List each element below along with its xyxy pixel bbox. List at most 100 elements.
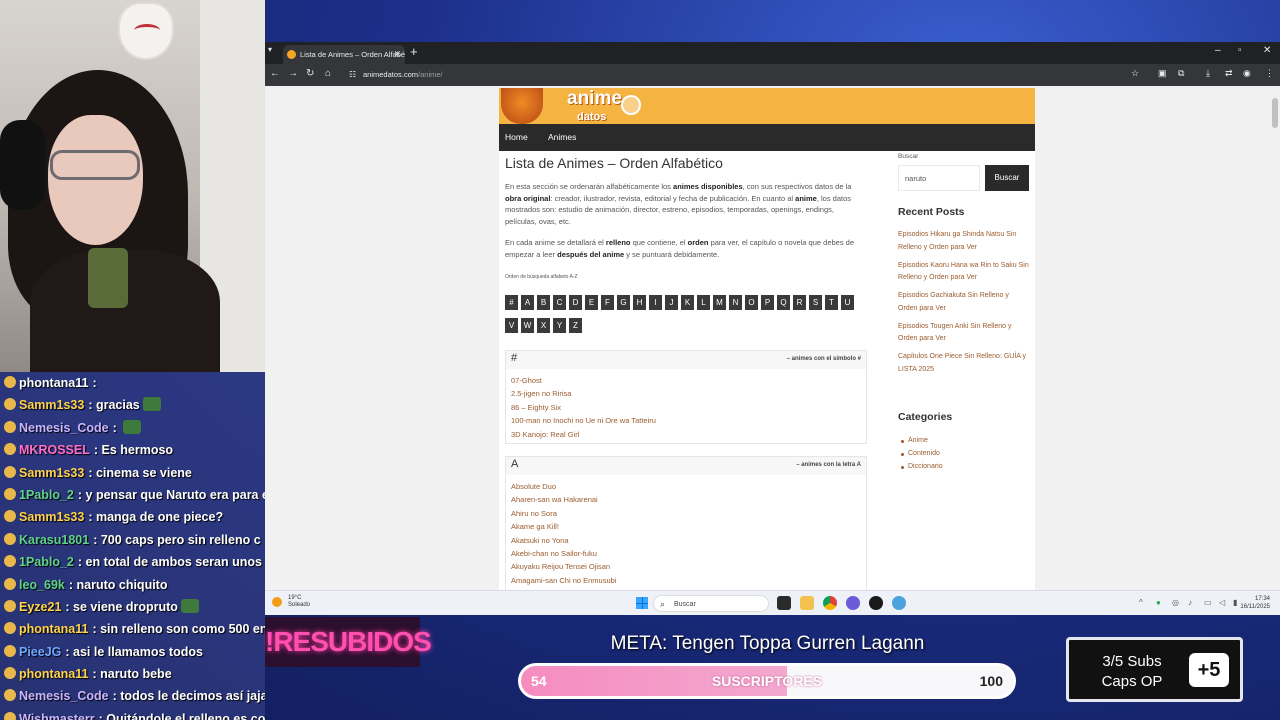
- letter-button[interactable]: G: [617, 295, 630, 310]
- anime-link[interactable]: Ahiru no Sora: [511, 507, 866, 520]
- letter-button[interactable]: S: [809, 295, 822, 310]
- search-button[interactable]: Buscar: [985, 165, 1029, 191]
- letter-button[interactable]: #: [505, 295, 518, 310]
- recent-post-link[interactable]: Episodios Tougen Anki Sin Relleno y Orde…: [898, 321, 1030, 346]
- windows-start-icon[interactable]: [636, 597, 648, 609]
- category-link[interactable]: Diccionario: [901, 463, 943, 470]
- site-logo[interactable]: anime datos: [567, 89, 622, 126]
- search-input[interactable]: naruto: [898, 165, 980, 191]
- profile-icon[interactable]: ◉: [1243, 68, 1251, 79]
- letter-button[interactable]: K: [681, 295, 694, 310]
- sun-icon: [272, 597, 282, 607]
- taskbar-search[interactable]: ⌕ Buscar: [653, 595, 769, 612]
- browser-tab[interactable]: Lista de Animes – Orden Alfabé ✕: [283, 45, 405, 64]
- close-window-icon[interactable]: ✕: [1263, 45, 1271, 56]
- letter-button[interactable]: X: [537, 318, 550, 333]
- task-view-icon[interactable]: [777, 596, 791, 610]
- anime-link[interactable]: 3D Kanojo: Real Girl: [511, 428, 866, 441]
- battery-icon[interactable]: ▮: [1233, 598, 1237, 607]
- maximize-icon[interactable]: ▫: [1238, 45, 1242, 56]
- chrome-icon[interactable]: [823, 596, 837, 610]
- letter-button[interactable]: F: [601, 295, 614, 310]
- user-badge-icon: [4, 532, 16, 545]
- forward-icon[interactable]: →: [288, 68, 298, 79]
- menu-item-animes[interactable]: Animes: [548, 124, 576, 151]
- anime-link[interactable]: Akatsuki no Yona: [511, 534, 866, 547]
- tray-app2-icon[interactable]: ◎: [1172, 598, 1179, 607]
- extensions-icon[interactable]: ⧉: [1178, 68, 1184, 79]
- chat-text: y pensar que Naruto era para es: [85, 487, 265, 502]
- anime-link[interactable]: Amagami-san Chi no Enmusubi: [511, 574, 866, 587]
- letter-button[interactable]: Q: [777, 295, 790, 310]
- discord-icon[interactable]: [846, 596, 860, 610]
- chat-username: Samm1s33: [19, 465, 85, 480]
- chat-username: phontana11: [19, 376, 89, 390]
- clock[interactable]: 17:34 16/11/2025: [1240, 595, 1270, 611]
- category-link[interactable]: Contenido: [901, 450, 940, 457]
- bookmark-star-icon[interactable]: ☆: [1131, 68, 1139, 79]
- anime-link[interactable]: Akebi-chan no Sailor-fuku: [511, 547, 866, 560]
- letter-button[interactable]: D: [569, 295, 582, 310]
- site-banner[interactable]: anime datos: [499, 88, 1035, 124]
- scrollbar-thumb[interactable]: [1272, 98, 1278, 128]
- recent-post-link[interactable]: Episodios Kaoru Hana wa Rin to Saku Sin …: [898, 260, 1030, 285]
- recent-post-link[interactable]: Capítulos One Piece Sin Relleno: GUÍA y …: [898, 351, 1030, 376]
- site-info-icon[interactable]: ☷: [349, 67, 356, 83]
- letter-button[interactable]: P: [761, 295, 774, 310]
- page-title: Lista de Animes – Orden Alfabético: [505, 155, 723, 171]
- letter-button[interactable]: W: [521, 318, 534, 333]
- tray-app3-icon[interactable]: ♪: [1188, 598, 1192, 607]
- letter-button[interactable]: J: [665, 295, 678, 310]
- file-explorer-icon[interactable]: [800, 596, 814, 610]
- tab-search-icon[interactable]: ▾: [268, 45, 272, 54]
- translate-icon[interactable]: ⇄: [1225, 68, 1233, 79]
- network-icon[interactable]: ▭: [1204, 598, 1212, 607]
- letter-button[interactable]: Y: [553, 318, 566, 333]
- back-icon[interactable]: ←: [270, 68, 280, 79]
- letter-button[interactable]: A: [521, 295, 534, 310]
- menu-item-home[interactable]: Home: [505, 124, 528, 151]
- reload-icon[interactable]: ↻: [306, 68, 314, 79]
- letter-button[interactable]: O: [745, 295, 758, 310]
- letter-button[interactable]: L: [697, 295, 710, 310]
- home-icon[interactable]: ⌂: [325, 68, 331, 79]
- recent-post-link[interactable]: Episodios Gachiakuta Sin Relleno y Orden…: [898, 290, 1030, 315]
- letter-button[interactable]: M: [713, 295, 726, 310]
- anime-link[interactable]: Akame ga Kill!: [511, 520, 866, 533]
- media-icon[interactable]: ▣: [1158, 68, 1167, 79]
- letter-button[interactable]: T: [825, 295, 838, 310]
- letter-index: # A B C D E F G H I J K L M N O P Q R S T U V W X Y Z: [505, 292, 867, 338]
- anime-link[interactable]: 2.5-jigen no Ririsa: [511, 387, 866, 400]
- anime-link[interactable]: 86 – Eighty Six: [511, 401, 866, 414]
- letter-button[interactable]: R: [793, 295, 806, 310]
- tray-chevron-icon[interactable]: ^: [1139, 598, 1143, 607]
- obs-icon[interactable]: [869, 596, 883, 610]
- recent-post-link[interactable]: Episodios Hikaru ga Shinda Natsu Sin Rel…: [898, 229, 1030, 254]
- download-icon[interactable]: ⤓: [1206, 68, 1210, 79]
- letter-button[interactable]: E: [585, 295, 598, 310]
- anime-link[interactable]: 100-man no Inochi no Ue ni Ore wa Tattei…: [511, 414, 866, 427]
- letter-button[interactable]: Z: [569, 318, 582, 333]
- letter-button[interactable]: C: [553, 295, 566, 310]
- url-bar[interactable]: ☷ animedatos.com/anime/: [343, 67, 1128, 83]
- new-tab-icon[interactable]: +: [410, 44, 418, 59]
- anime-link[interactable]: Akuyaku Reijou Tensei Ojisan: [511, 560, 866, 573]
- tray-app-icon[interactable]: ●: [1156, 598, 1161, 607]
- letter-button[interactable]: I: [649, 295, 662, 310]
- volume-icon[interactable]: ◁: [1219, 598, 1225, 607]
- letter-button[interactable]: B: [537, 295, 550, 310]
- anime-link[interactable]: Absolute Duo: [511, 480, 866, 493]
- menu-dots-icon[interactable]: ⋮: [1265, 68, 1274, 79]
- scrollbar[interactable]: [1270, 86, 1280, 590]
- category-link[interactable]: Anime: [901, 437, 928, 444]
- anime-link[interactable]: Aharen-san wa Hakarenai: [511, 493, 866, 506]
- letter-button[interactable]: N: [729, 295, 742, 310]
- bold-text: animes disponibles: [673, 182, 743, 191]
- letter-button[interactable]: H: [633, 295, 646, 310]
- minimize-icon[interactable]: –: [1215, 45, 1221, 56]
- anime-link[interactable]: 07-Ghost: [511, 374, 866, 387]
- letter-button[interactable]: V: [505, 318, 518, 333]
- close-tab-icon[interactable]: ✕: [393, 45, 401, 64]
- letter-button[interactable]: U: [841, 295, 854, 310]
- app-icon[interactable]: [892, 596, 906, 610]
